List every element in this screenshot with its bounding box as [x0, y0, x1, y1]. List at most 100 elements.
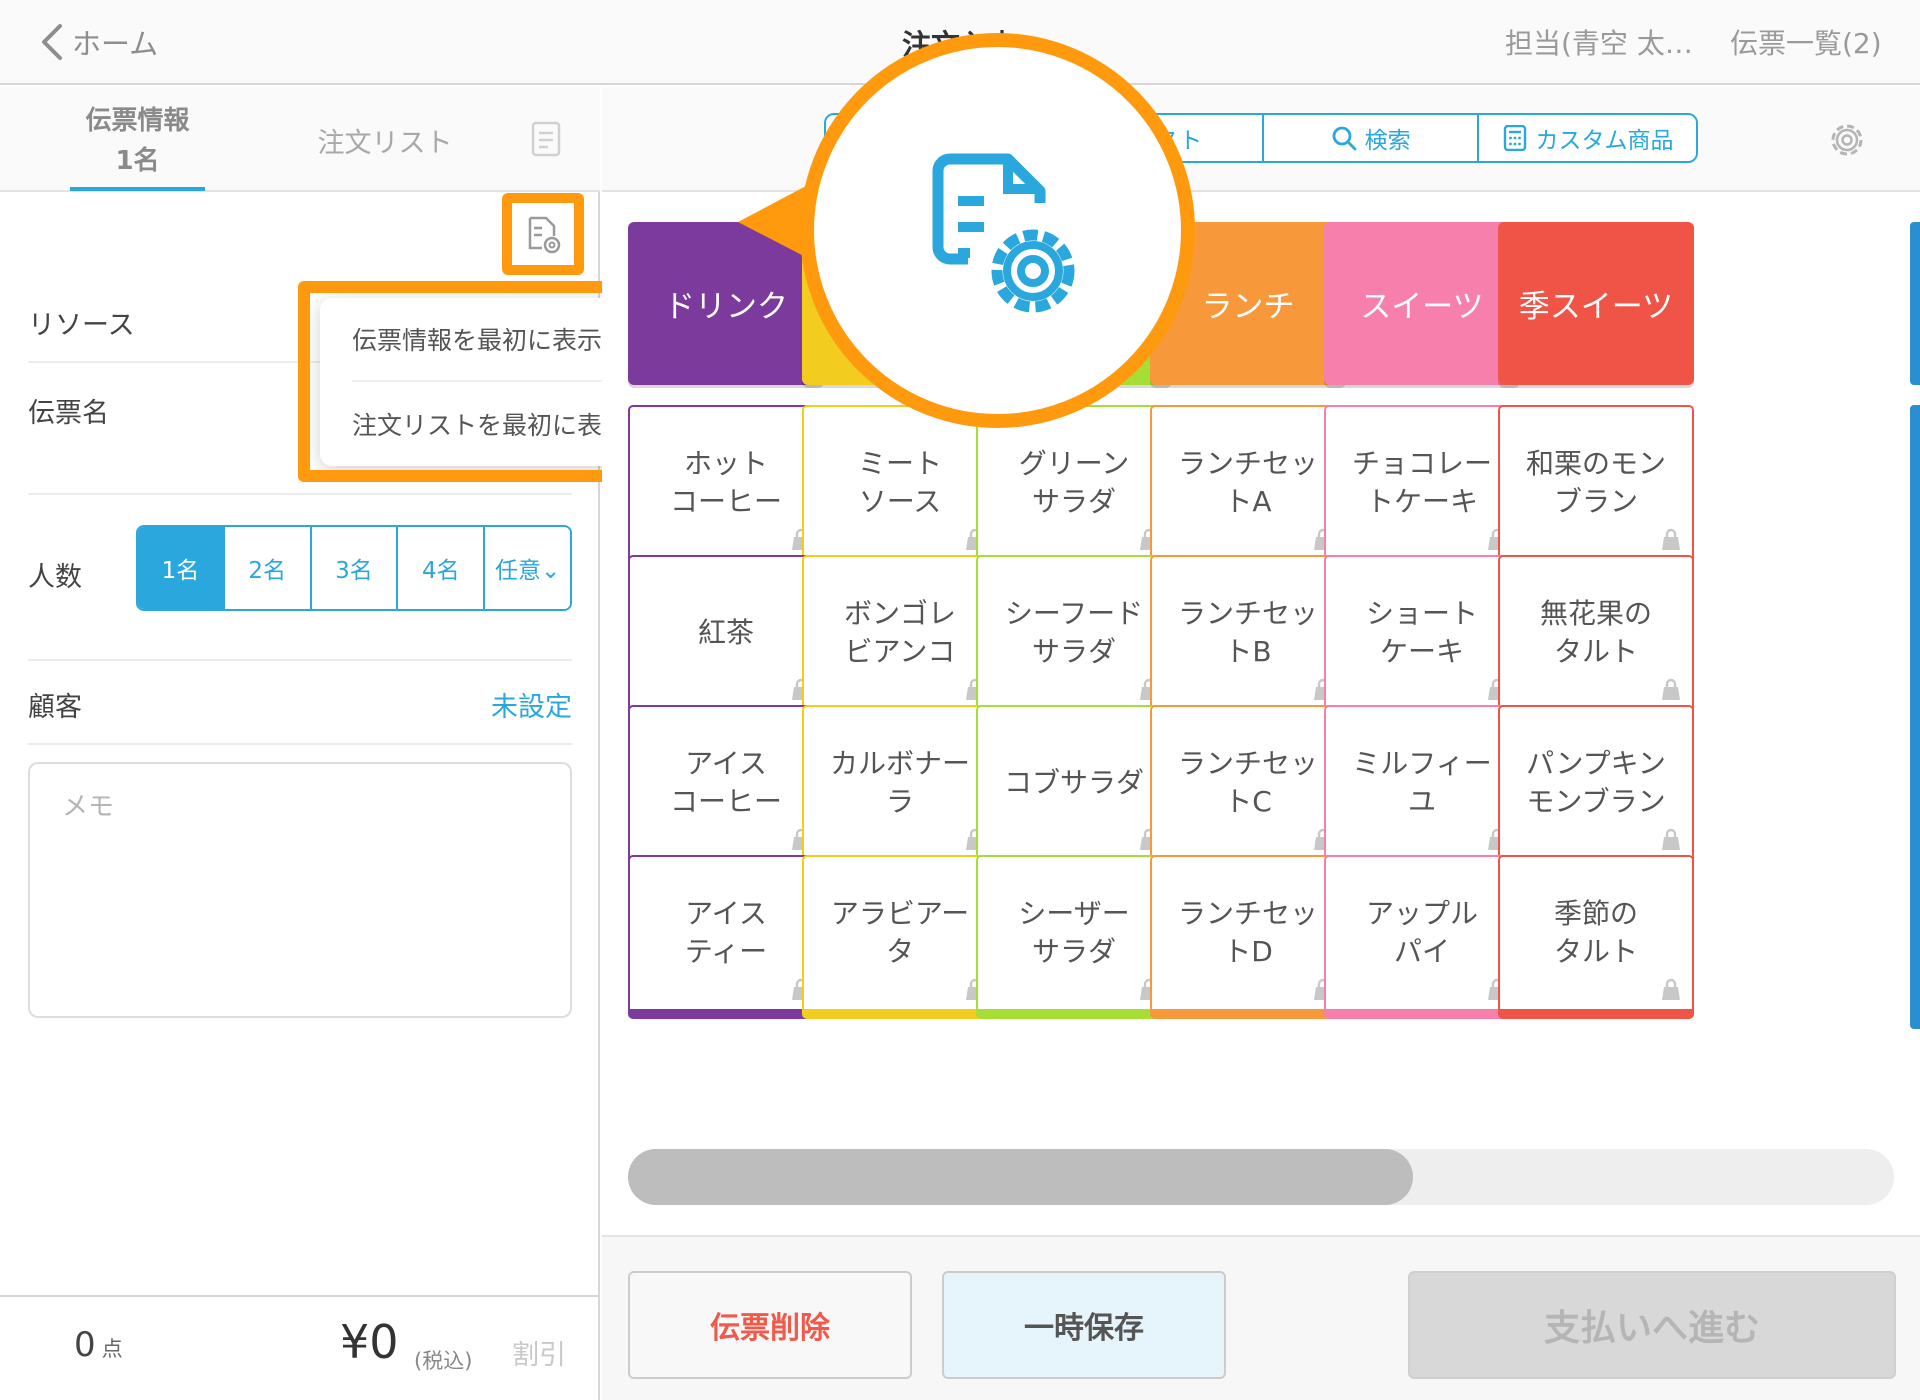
- category-tab-partial[interactable]: [1910, 222, 1920, 385]
- product-button-partial[interactable]: [1910, 705, 1920, 879]
- tab-slip-info-count: 1名: [115, 146, 160, 176]
- hold-slip-button[interactable]: 一時保存: [942, 1271, 1226, 1379]
- product-button[interactable]: ミルフィー ユ: [1324, 705, 1520, 869]
- shopping-bag-icon: [1658, 825, 1684, 851]
- category-tab[interactable]: スイーツ: [1324, 222, 1520, 385]
- tab-slip-info[interactable]: 伝票情報 1名: [70, 101, 205, 181]
- highlight-settings-button: [502, 193, 584, 275]
- product-button[interactable]: アラビアー タ: [802, 855, 998, 1019]
- product-label: ランチセッ トB: [1177, 597, 1318, 668]
- product-label: ショート ケーキ: [1365, 597, 1478, 668]
- product-label: ミルフィー ユ: [1352, 747, 1492, 818]
- tab-order-list[interactable]: 注文リスト: [300, 121, 470, 160]
- customer-row[interactable]: 顧客 未設定: [28, 661, 572, 745]
- product-button[interactable]: ランチセッ トA: [1150, 405, 1346, 569]
- product-button-partial[interactable]: [1910, 405, 1920, 579]
- category-tab[interactable]: 季スイーツ: [1498, 222, 1694, 385]
- product-button[interactable]: ランチセッ トD: [1150, 855, 1346, 1019]
- people-option-1[interactable]: 1名: [138, 527, 225, 609]
- slip-list-button[interactable]: 伝票一覧(2): [1730, 22, 1882, 62]
- tab-slip-info-label: 伝票情報: [85, 106, 190, 136]
- product-label: グリーン サラダ: [1018, 447, 1130, 518]
- product-label: ランチセッ トC: [1177, 747, 1318, 818]
- custom-product-label: カスタム商品: [1535, 128, 1674, 154]
- search-label: 検索: [1364, 128, 1411, 154]
- action-footer: 伝票削除 一時保存 支払いへ進む: [602, 1235, 1920, 1400]
- product-label: アイス コーヒー: [669, 747, 782, 818]
- product-button[interactable]: 紅茶: [628, 555, 824, 719]
- people-option-4[interactable]: 4名: [398, 527, 486, 609]
- product-button[interactable]: ランチセッ トC: [1150, 705, 1346, 869]
- people-option-2[interactable]: 2名: [224, 527, 312, 609]
- resource-label: リソース: [28, 310, 135, 341]
- product-button[interactable]: パンプキン モンブラン: [1498, 705, 1694, 869]
- product-label: ランチセッ トD: [1177, 897, 1318, 968]
- people-row: 人数 1名 2名 3名 4名 任意⌄: [28, 495, 572, 661]
- gear-icon[interactable]: [1826, 119, 1868, 161]
- customer-value[interactable]: 未設定: [491, 685, 572, 724]
- product-button[interactable]: 和栗のモン ブラン: [1498, 405, 1694, 569]
- product-label: アップル パイ: [1365, 897, 1478, 968]
- product-button-partial[interactable]: [1910, 555, 1920, 729]
- search-button[interactable]: 検索: [1264, 115, 1480, 161]
- customer-label: 顧客: [28, 692, 82, 723]
- people-option-3[interactable]: 3名: [311, 527, 399, 609]
- product-toolbar: スト 検索 カスタム商品: [602, 87, 1920, 192]
- people-option-custom[interactable]: 任意⌄: [485, 527, 570, 609]
- product-label: 和栗のモン ブラン: [1525, 447, 1666, 518]
- proceed-to-payment-button[interactable]: 支払いへ進む: [1408, 1271, 1896, 1379]
- people-label: 人数: [28, 562, 82, 593]
- category-bar: ドリンクパスタサラダランチスイーツ季スイーツ: [602, 222, 1920, 390]
- product-button[interactable]: アップル パイ: [1324, 855, 1520, 1019]
- total-amount: ¥0: [340, 1315, 399, 1369]
- product-button[interactable]: シーザー サラダ: [976, 855, 1172, 1019]
- product-button[interactable]: 無花果の タルト: [1498, 555, 1694, 719]
- product-button[interactable]: ボンゴレ ビアンコ: [802, 555, 998, 719]
- product-label: ホット コーヒー: [669, 447, 782, 518]
- custom-product-button[interactable]: カスタム商品: [1479, 115, 1696, 161]
- product-label: シーザー サラダ: [1018, 897, 1130, 968]
- product-button[interactable]: ランチセッ トB: [1150, 555, 1346, 719]
- memo-field[interactable]: メモ: [28, 762, 572, 1018]
- product-button[interactable]: 季節の タルト: [1498, 855, 1694, 1019]
- product-button[interactable]: ショート ケーキ: [1324, 555, 1520, 719]
- scroll-thumb[interactable]: [628, 1149, 1413, 1205]
- staff-selector[interactable]: 担当(青空 太…: [1505, 22, 1693, 62]
- product-label: チョコレー トケーキ: [1351, 447, 1492, 518]
- product-label: ミート ソース: [857, 447, 942, 518]
- product-label: 無花果の タルト: [1539, 597, 1652, 668]
- shopping-bag-icon: [1658, 675, 1684, 701]
- document-gear-icon: [932, 153, 1074, 312]
- product-button[interactable]: アイス ティー: [628, 855, 824, 1019]
- product-button[interactable]: グリーン サラダ: [976, 405, 1172, 569]
- tax-note: (税込): [414, 1349, 473, 1373]
- product-button-partial[interactable]: [1910, 855, 1920, 1029]
- product-label: 紅茶: [697, 616, 754, 649]
- product-button[interactable]: ホット コーヒー: [628, 405, 824, 569]
- horizontal-scrollbar[interactable]: [628, 1149, 1894, 1205]
- product-button[interactable]: アイス コーヒー: [628, 705, 824, 869]
- product-label: アイス ティー: [684, 897, 768, 968]
- delete-slip-button[interactable]: 伝票削除: [628, 1271, 912, 1379]
- product-label: カルボナー ラ: [829, 747, 970, 818]
- memo-placeholder: メモ: [62, 792, 115, 822]
- product-label: ランチセッ トA: [1177, 447, 1318, 518]
- product-button[interactable]: シーフード サラダ: [976, 555, 1172, 719]
- product-button[interactable]: チョコレー トケーキ: [1324, 405, 1520, 569]
- search-icon: [1332, 126, 1357, 151]
- product-button[interactable]: コブサラダ: [976, 705, 1172, 869]
- category-tab[interactable]: ドリンク: [628, 222, 824, 385]
- product-label: コブサラダ: [1003, 766, 1144, 799]
- item-count-unit: 点: [101, 1337, 123, 1361]
- product-label: 季節の タルト: [1553, 897, 1638, 968]
- discount-button[interactable]: 割引: [512, 1333, 566, 1372]
- calculator-icon: [1503, 125, 1526, 151]
- document-icon: [531, 121, 561, 157]
- product-panel: スト 検索 カスタム商品 ドリンクパスタサラダランチスイーツ季スイーツ ホット …: [602, 87, 1920, 1400]
- product-label: パンプキン モンブラン: [1526, 747, 1666, 818]
- item-count: 0点: [74, 1325, 123, 1365]
- product-button[interactable]: ミート ソース: [802, 405, 998, 569]
- product-label: ボンゴレ ビアンコ: [843, 597, 956, 668]
- product-button[interactable]: カルボナー ラ: [802, 705, 998, 869]
- left-tabs: 伝票情報 1名 注文リスト: [0, 87, 600, 192]
